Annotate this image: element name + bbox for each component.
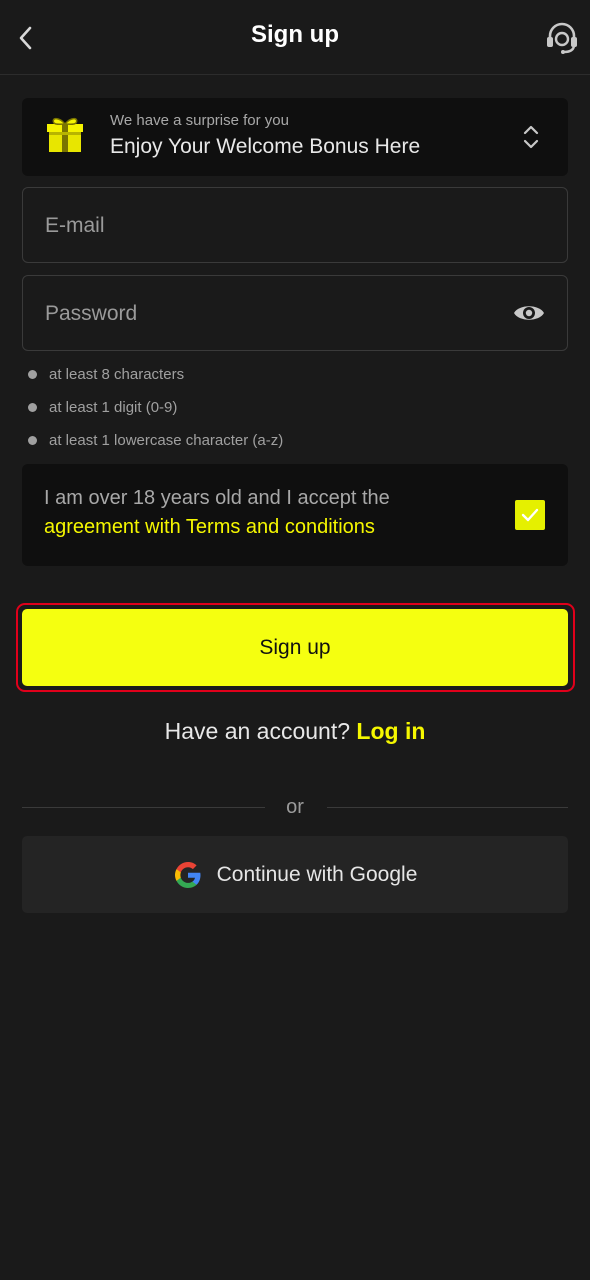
page-title: Sign up	[251, 21, 339, 48]
email-input[interactable]	[43, 188, 487, 264]
password-input[interactable]	[43, 276, 487, 352]
eye-icon[interactable]	[513, 300, 545, 326]
login-link[interactable]: Log in	[356, 718, 425, 744]
terms-agreement: I am over 18 years old and I accept the …	[22, 464, 568, 566]
password-rule: at least 8 characters	[28, 366, 184, 383]
login-prompt: Have an account? Log in	[0, 718, 590, 745]
login-question: Have an account?	[164, 718, 351, 744]
bonus-title: Enjoy Your Welcome Bonus Here	[110, 135, 421, 158]
app-header: Sign up	[0, 0, 590, 75]
divider-line-right	[327, 807, 568, 808]
password-rule-text: at least 1 digit (0-9)	[49, 399, 178, 416]
password-rule-text: at least 1 lowercase character (a-z)	[49, 432, 284, 449]
gift-icon	[47, 117, 83, 152]
terms-link[interactable]: agreement with Terms and conditions	[44, 516, 375, 539]
chevron-up-down-icon	[523, 125, 539, 149]
headset-support-icon	[547, 22, 577, 54]
google-logo-icon	[174, 861, 201, 888]
email-field-container	[22, 187, 568, 264]
google-button-label: Continue with Google	[216, 862, 418, 886]
welcome-bonus-selector[interactable]: We have a surprise for you Enjoy Your We…	[22, 98, 568, 176]
checkmark-icon	[521, 508, 539, 522]
google-signin-button[interactable]: Continue with Google	[22, 836, 568, 913]
terms-text: I am over 18 years old and I accept the	[44, 487, 390, 509]
password-rule: at least 1 lowercase character (a-z)	[28, 432, 283, 449]
terms-checkbox[interactable]	[515, 500, 545, 530]
bullet-icon	[28, 436, 37, 445]
password-rule: at least 1 digit (0-9)	[28, 399, 177, 416]
bullet-icon	[28, 403, 37, 412]
password-rule-text: at least 8 characters	[49, 366, 185, 383]
bullet-icon	[28, 370, 37, 379]
signup-button[interactable]: Sign up	[22, 609, 568, 686]
support-button[interactable]	[544, 20, 580, 56]
bonus-subtitle: We have a surprise for you	[110, 112, 289, 129]
password-field-container	[22, 275, 568, 352]
